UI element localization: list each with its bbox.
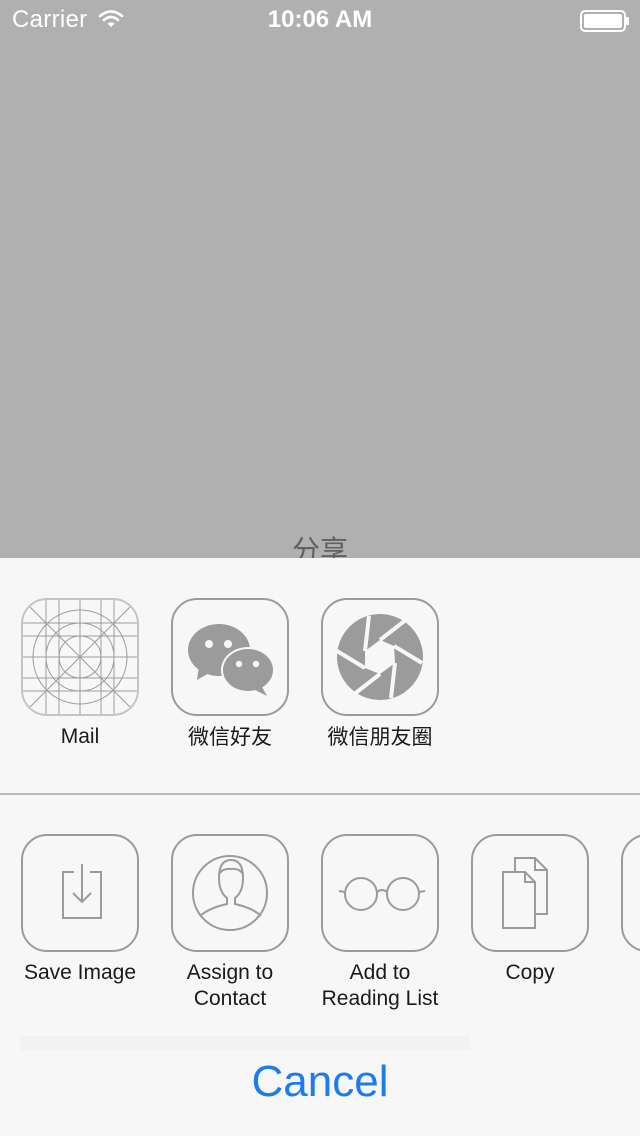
share-mail-label: Mail xyxy=(60,725,100,748)
cancel-separator xyxy=(20,1036,470,1050)
more-actions-icon[interactable] xyxy=(621,834,640,952)
save-image-icon[interactable] xyxy=(21,834,139,952)
action-save-image-label: Save Image xyxy=(23,961,137,984)
share-apps-row: Mail 微信好友 微信朋友圈 xyxy=(0,558,640,794)
share-mail[interactable]: Mail xyxy=(5,598,155,750)
battery-icon xyxy=(580,10,629,32)
mail-placeholder-icon[interactable] xyxy=(21,598,139,716)
cancel-area: Cancel xyxy=(0,1036,640,1136)
reading-glasses-icon[interactable] xyxy=(321,834,439,952)
action-assign-contact-label: Assign to Contact xyxy=(186,961,274,1010)
action-assign-contact[interactable]: Assign to Contact xyxy=(155,834,305,1012)
action-save-image[interactable]: Save Image xyxy=(5,834,155,986)
cancel-button[interactable]: Cancel xyxy=(0,1056,640,1108)
action-add-reading-list[interactable]: Add to Reading List xyxy=(305,834,455,1012)
share-actions-row: Save Image Assign to Contact Add to Read… xyxy=(0,796,640,1026)
status-bar: Carrier 10:06 AM xyxy=(0,0,640,40)
action-copy-label: Copy xyxy=(505,961,555,984)
share-wechat-moments-label: 微信朋友圈 xyxy=(327,725,433,749)
action-add-reading-list-label: Add to Reading List xyxy=(321,961,439,1010)
action-copy[interactable]: Copy xyxy=(455,834,605,986)
wechat-icon[interactable] xyxy=(171,598,289,716)
action-more-partial[interactable] xyxy=(605,834,640,952)
share-wechat-moments[interactable]: 微信朋友圈 xyxy=(305,598,455,750)
share-wechat-friends[interactable]: 微信好友 xyxy=(155,598,305,750)
clock: 10:06 AM xyxy=(267,6,373,33)
wechat-moments-icon[interactable] xyxy=(321,598,439,716)
copy-icon[interactable] xyxy=(471,834,589,952)
row-divider xyxy=(0,793,640,795)
share-sheet: Mail 微信好友 微信朋友圈 Save Image Assign to Con… xyxy=(0,558,640,1136)
share-wechat-friends-label: 微信好友 xyxy=(188,725,272,749)
contact-icon[interactable] xyxy=(171,834,289,952)
